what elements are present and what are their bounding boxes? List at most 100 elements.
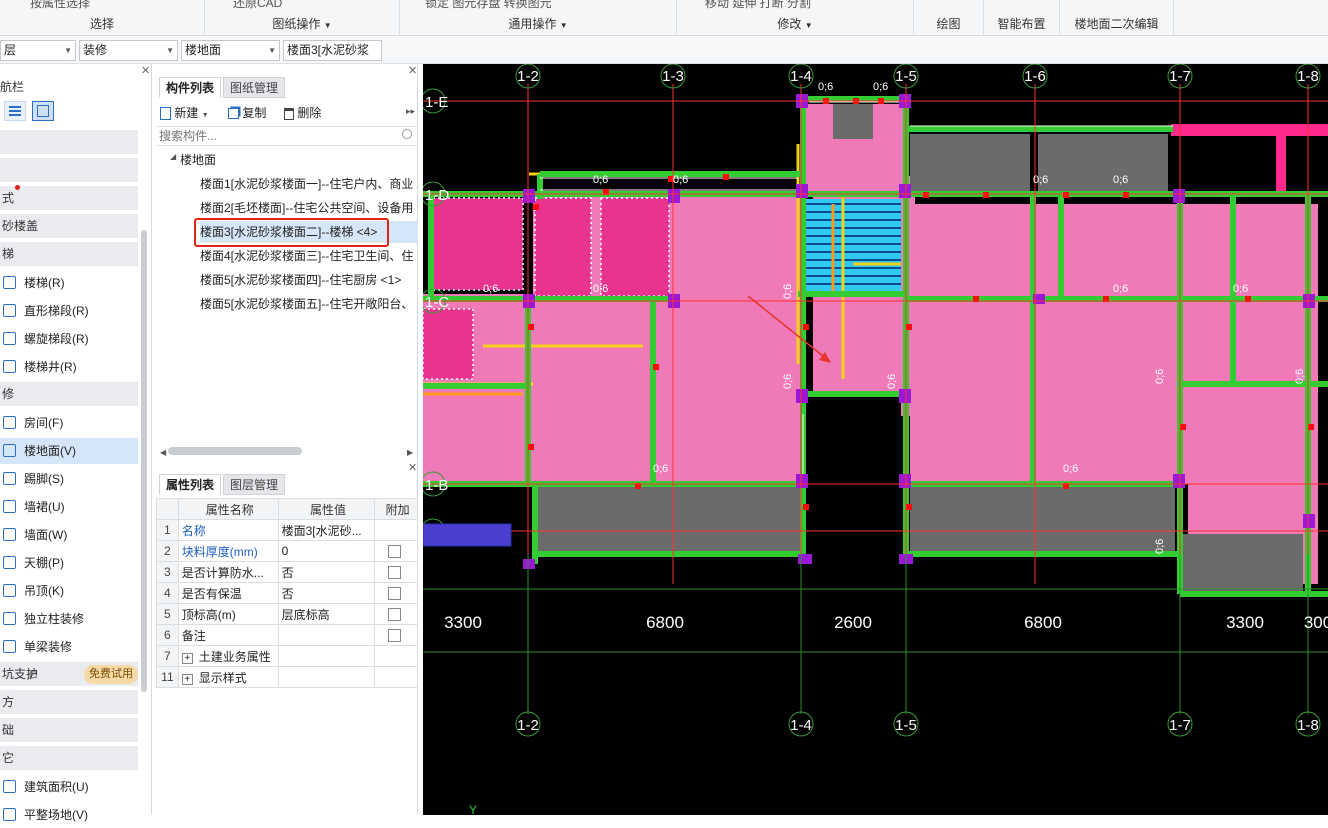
extra-checkbox[interactable] (388, 566, 402, 580)
property-value[interactable] (277, 645, 376, 667)
ribbon-group-draw[interactable]: 绘图 (914, 0, 984, 36)
property-value[interactable]: 否 (277, 561, 376, 583)
tab-component-list[interactable]: 构件列表 (159, 77, 222, 98)
nav-item[interactable]: 单梁装修 (0, 634, 138, 660)
property-name: 是否计算防水... (177, 561, 279, 583)
nav-scrollbar[interactable] (141, 230, 147, 692)
nav-item[interactable]: 独立柱装修 (0, 606, 138, 632)
search-bar[interactable] (156, 126, 418, 146)
nav-section[interactable]: 修 (0, 382, 138, 406)
row-number: 7 (156, 645, 179, 667)
nav-section[interactable] (0, 158, 138, 182)
extra-checkbox[interactable] (388, 608, 402, 622)
tree-item[interactable]: 楼面2[毛坯楼面]--住宅公共空间、设备用 (200, 197, 418, 219)
type-dropdown[interactable]: 楼地面 ▼ (181, 40, 280, 61)
nav-item[interactable]: 房间(F) (0, 410, 138, 436)
property-value[interactable] (277, 624, 376, 646)
wall-tag: 0;6 (593, 283, 608, 295)
category-dropdown[interactable]: 装修 ▼ (79, 40, 178, 61)
nav-section[interactable]: 式 (0, 186, 138, 210)
nav-item[interactable]: 楼梯井(R) (0, 354, 138, 380)
free-trial-badge[interactable]: 免费试用 (84, 665, 138, 684)
property-value[interactable]: 0 (277, 540, 376, 562)
close-icon[interactable]: ✕ (408, 64, 417, 77)
nav-section[interactable]: 方 (0, 690, 138, 714)
tab-property-list[interactable]: 属性列表 (159, 474, 222, 495)
nav-item[interactable]: 楼梯(R) (0, 270, 138, 296)
property-value[interactable]: 否 (277, 582, 376, 604)
nav-item-label: 楼梯井(R) (24, 360, 77, 374)
wall-tag: 0;6 (873, 81, 888, 93)
scroll-right-icon[interactable]: ▶ (407, 448, 413, 457)
item-dropdown[interactable]: 楼面3[水泥砂浆 (283, 40, 382, 61)
ribbon-group-drawing-ops[interactable]: 还原CAD 图纸操作 ▼ (205, 0, 400, 36)
tree-root[interactable]: 楼地面 (180, 149, 216, 171)
extra-checkbox[interactable] (388, 587, 402, 601)
scroll-left-icon[interactable]: ◀ (160, 448, 166, 457)
new-button[interactable]: 新建 ▼ (160, 104, 209, 122)
property-value[interactable] (277, 666, 376, 688)
ribbon-group-select[interactable]: 按属性选择 选择 (0, 0, 205, 36)
detail-view-icon[interactable] (32, 101, 54, 121)
tree-item[interactable]: 楼面5[水泥砂浆楼面四]--住宅厨房 <1> (200, 269, 418, 291)
tree-item[interactable]: 楼面4[水泥砂浆楼面三]--住宅卫生间、住 (200, 245, 418, 267)
tree-item[interactable]: 楼面5[水泥砂浆楼面五]--住宅开敞阳台、 (200, 293, 418, 315)
nav-item[interactable]: 墙面(W) (0, 522, 138, 548)
search-input[interactable] (156, 127, 386, 145)
property-name: 备注 (177, 624, 279, 646)
ribbon-group-modify[interactable]: 移动 延伸 打断 分割 修改 ▼ (677, 0, 914, 36)
cad-canvas[interactable]: 1-2 1-3 1-4 1-5 1-6 1-7 1-8 1-2 1-4 1-5 1-7 1-8 1-E 1… (423, 64, 1328, 815)
nav-item[interactable]: 螺旋梯段(R) (0, 326, 138, 352)
expand-icon[interactable]: + (181, 673, 193, 685)
nav-section[interactable]: 砂楼盖 (0, 214, 138, 238)
nav-item[interactable]: 天棚(P) (0, 550, 138, 576)
nav-item[interactable]: 建筑面积(U) (0, 774, 138, 800)
close-icon[interactable]: ✕ (141, 64, 150, 77)
grey-slab (1183, 534, 1303, 594)
ribbon-cut-text: 锁定 图元存盘 转换图元 (425, 0, 552, 10)
tree-expand-icon[interactable]: ◢ (170, 152, 176, 161)
property-row[interactable]: 3 是否计算防水... 否 (156, 561, 418, 583)
nav-section[interactable]: 础 (0, 718, 138, 742)
row-number: 11 (156, 666, 179, 688)
property-row[interactable]: 5 顶标高(m) 层底标高 (156, 603, 418, 625)
close-icon[interactable]: ✕ (408, 461, 417, 474)
horizontal-scrollbar[interactable] (168, 447, 302, 455)
ribbon-group-label: 修改 ▼ (677, 15, 913, 32)
more-icon[interactable]: ▸▸ (406, 106, 415, 117)
ribbon-group-floor-secondary-edit[interactable]: 楼地面二次编辑 (1060, 0, 1174, 36)
property-value[interactable]: 层底标高 (277, 603, 376, 625)
property-value[interactable]: 楼面3[水泥砂... (277, 519, 376, 541)
property-row[interactable]: 6 备注 (156, 624, 418, 646)
floor-dropdown[interactable]: 层 ▼ (0, 40, 76, 61)
delete-button[interactable]: 删除 (284, 104, 321, 122)
extra-checkbox[interactable] (388, 629, 402, 643)
tree-item[interactable]: 楼面1[水泥砂浆楼面一]--住宅户内、商业 (200, 173, 418, 195)
ribbon-group-smart-layout[interactable]: 智能布置 (984, 0, 1060, 36)
ribbon-group-general-ops[interactable]: 锁定 图元存盘 转换图元 通用操作 ▼ (400, 0, 677, 36)
search-icon[interactable] (402, 129, 412, 139)
tab-drawing-management[interactable]: 图纸管理 (223, 77, 286, 98)
tab-layer-management[interactable]: 图层管理 (223, 474, 286, 495)
extra-checkbox[interactable] (388, 545, 402, 559)
property-row[interactable]: 11 + 显示样式 (156, 666, 418, 688)
nav-item-label: 直形梯段(R) (24, 304, 89, 318)
property-row[interactable]: 7 + 土建业务属性 (156, 645, 418, 667)
property-row[interactable]: 4 是否有保温否 (156, 582, 418, 604)
nav-item[interactable]: 楼地面(V) (0, 438, 138, 464)
nav-section[interactable]: 梯 (0, 242, 138, 266)
nav-item[interactable]: 平整场地(V) (0, 802, 138, 828)
property-row[interactable]: 2 块料厚度(mm) 0 (156, 540, 418, 562)
copy-button[interactable]: 复制 (228, 104, 266, 122)
nav-section[interactable] (0, 130, 138, 154)
property-row[interactable]: 1 名称 楼面3[水泥砂... (156, 519, 418, 541)
nav-item[interactable]: 直形梯段(R) (0, 298, 138, 324)
beam-strip (1276, 124, 1286, 194)
nav-section[interactable]: 它 (0, 746, 138, 770)
expand-icon[interactable]: + (181, 652, 193, 664)
wall-tag-vertical: 0;6 (1294, 369, 1306, 384)
nav-item[interactable]: 墙裙(U) (0, 494, 138, 520)
list-view-icon[interactable] (4, 101, 26, 121)
nav-item[interactable]: 踢脚(S) (0, 466, 138, 492)
nav-item[interactable]: 吊顶(K) (0, 578, 138, 604)
